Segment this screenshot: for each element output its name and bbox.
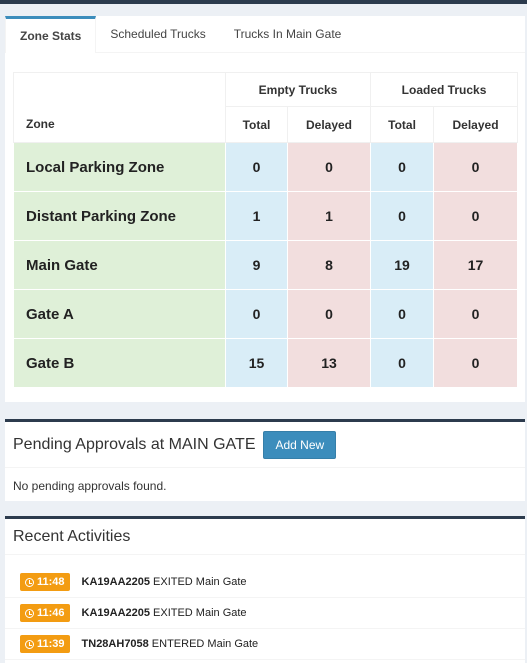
- empty-delayed-cell: 13: [286, 338, 372, 388]
- recent-activities-panel: Recent Activities 11:48 KA19AA2205 EXITE…: [5, 516, 525, 663]
- zone-stats-panel: Zone Stats Scheduled Trucks Trucks In Ma…: [5, 16, 525, 402]
- loaded-total-cell: 0: [370, 338, 435, 388]
- activity-item: 11:46 KA19AA2205 EXITED Main Gate: [5, 598, 525, 629]
- activity-item: 11:39 TN28AH7058 ENTERED Main Gate: [5, 629, 525, 660]
- empty-total-cell: 1: [225, 191, 288, 241]
- table-row: Local Parking Zone 0 0 0 0: [13, 142, 519, 192]
- empty-total-cell: 0: [225, 289, 288, 339]
- column-header-loaded-delayed: Delayed: [433, 106, 519, 143]
- pending-approvals-title: Pending Approvals at MAIN GATE: [13, 435, 256, 453]
- zone-name: Distant Parking Zone: [13, 191, 226, 241]
- loaded-total-cell: 0: [370, 191, 435, 241]
- activity-event: EXITED Main Gate: [153, 576, 247, 588]
- loaded-delayed-cell: 0: [433, 338, 519, 388]
- tab-scheduled-trucks[interactable]: Scheduled Trucks: [96, 16, 219, 52]
- loaded-total-cell: 0: [370, 289, 435, 339]
- loaded-total-cell: 0: [370, 142, 435, 192]
- column-header-zone: Zone: [13, 72, 226, 143]
- activity-event: EXITED Main Gate: [153, 607, 247, 619]
- activity-time: 11:39: [37, 638, 65, 650]
- activity-event: ENTERED Main Gate: [151, 638, 259, 650]
- empty-total-cell: 0: [225, 142, 288, 192]
- table-row: Main Gate 9 8 19 17: [13, 240, 519, 290]
- empty-delayed-cell: 1: [286, 191, 372, 241]
- column-header-empty-total: Total: [225, 106, 288, 143]
- clock-icon: [25, 639, 34, 649]
- tab-zone-stats[interactable]: Zone Stats: [5, 16, 97, 53]
- loaded-delayed-cell: 0: [433, 191, 519, 241]
- empty-delayed-cell: 0: [286, 142, 372, 192]
- pending-approvals-panel: Pending Approvals at MAIN GATE Add New N…: [5, 419, 525, 501]
- loaded-total-cell: 19: [370, 240, 435, 290]
- table-row: Gate B 15 13 0 0: [13, 338, 519, 388]
- zone-name: Main Gate: [13, 240, 226, 290]
- recent-activities-title: Recent Activities: [13, 527, 131, 545]
- column-header-empty-delayed: Delayed: [286, 106, 372, 143]
- clock-icon: [25, 577, 34, 587]
- group-header-loaded-trucks: Loaded Trucks: [370, 72, 519, 107]
- table-row: Distant Parking Zone 1 1 0 0: [13, 191, 519, 241]
- zone-name: Local Parking Zone: [13, 142, 226, 192]
- zone-name: Gate B: [13, 338, 226, 388]
- group-header-empty-trucks: Empty Trucks: [224, 72, 372, 107]
- table-row: Gate A 0 0 0 0: [13, 289, 519, 339]
- top-navbar-strip: [0, 0, 527, 4]
- truck-number: KA19AA2205: [81, 607, 151, 619]
- time-badge: 11:48: [20, 573, 70, 591]
- activity-time: 11:48: [37, 576, 65, 588]
- truck-number: TN28AH7058: [81, 638, 149, 650]
- truck-number: KA19AA2205: [81, 576, 151, 588]
- tab-bar: Zone Stats Scheduled Trucks Trucks In Ma…: [5, 16, 525, 53]
- zone-name: Gate A: [13, 289, 226, 339]
- empty-delayed-cell: 0: [286, 289, 372, 339]
- loaded-delayed-cell: 0: [433, 142, 519, 192]
- empty-total-cell: 15: [225, 338, 288, 388]
- loaded-delayed-cell: 17: [433, 240, 519, 290]
- clock-icon: [25, 608, 34, 618]
- activity-item: 11:48 KA19AA2205 EXITED Main Gate: [5, 567, 525, 598]
- tab-trucks-in-main-gate[interactable]: Trucks In Main Gate: [220, 16, 356, 52]
- add-new-button[interactable]: Add New: [263, 430, 337, 459]
- no-pending-message: No pending approvals found.: [13, 479, 167, 493]
- column-header-loaded-total: Total: [370, 106, 435, 143]
- loaded-delayed-cell: 0: [433, 289, 519, 339]
- time-badge: 11:39: [20, 635, 70, 653]
- activity-time: 11:46: [37, 607, 65, 619]
- empty-delayed-cell: 8: [286, 240, 372, 290]
- time-badge: 11:46: [20, 604, 70, 622]
- zone-stats-table: Zone Empty Trucks Loaded Trucks Total De…: [13, 72, 519, 388]
- pending-approvals-header: Pending Approvals at MAIN GATE Add New: [5, 422, 525, 468]
- empty-total-cell: 9: [225, 240, 288, 290]
- recent-activities-header: Recent Activities: [5, 519, 525, 555]
